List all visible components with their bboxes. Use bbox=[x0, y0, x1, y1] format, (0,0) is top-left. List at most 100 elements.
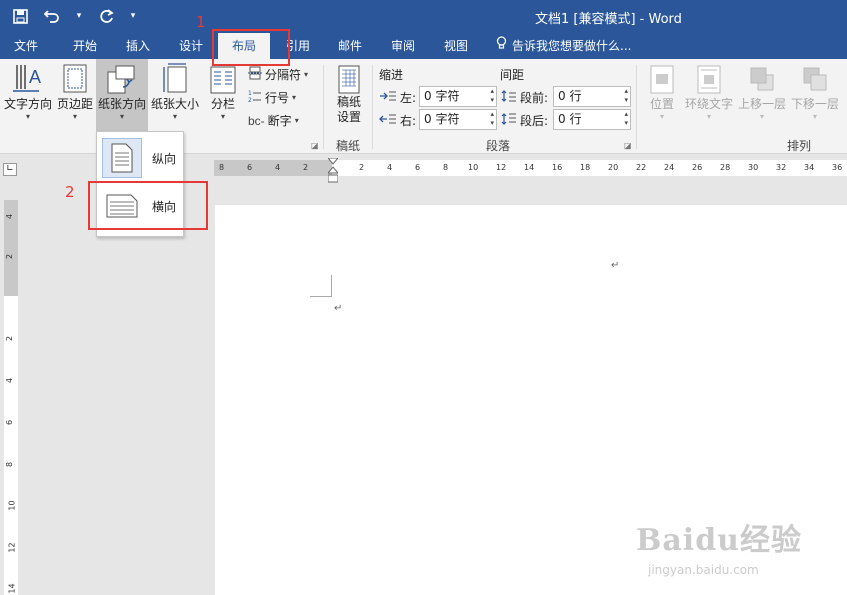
indent-left-input[interactable]: 0 字符 ▴ ▾ bbox=[419, 86, 497, 107]
manuscript-icon bbox=[337, 65, 361, 95]
spacing-header: 间距 bbox=[500, 68, 525, 82]
spin-arrows-icon[interactable]: ▴ ▾ bbox=[490, 87, 494, 105]
spacing-after-icon bbox=[501, 113, 517, 128]
ruler-tick: 14 bbox=[7, 583, 17, 594]
ruler-tick: 24 bbox=[664, 163, 675, 172]
breaks-icon bbox=[248, 66, 262, 83]
ruler-tick: 6 bbox=[247, 163, 253, 172]
spacing-before-input[interactable]: 0 行 ▴ ▾ bbox=[553, 86, 631, 107]
save-icon[interactable] bbox=[10, 5, 30, 27]
send-backward-button[interactable]: 下移一层 ▾ bbox=[789, 65, 841, 122]
customize-qat-button[interactable]: ▾ bbox=[128, 5, 138, 27]
caret-icon: ▾ bbox=[706, 112, 711, 121]
svg-text:2: 2 bbox=[248, 97, 252, 103]
portrait-label: 纵向 bbox=[152, 151, 177, 166]
spacing-after-value: 0 行 bbox=[558, 112, 582, 126]
margins-label: 页边距 bbox=[56, 97, 93, 111]
text-direction-icon: A bbox=[11, 63, 45, 95]
ruler-tick: 10 bbox=[7, 500, 17, 511]
tab-mailings[interactable]: 邮件 bbox=[328, 33, 372, 59]
indent-left-label: 左: bbox=[400, 91, 417, 105]
orientation-label: 纸张方向 bbox=[97, 97, 146, 111]
tell-me-box[interactable]: 告诉我您想要做什么... bbox=[496, 33, 631, 59]
hyphenation-icon: bc- bbox=[248, 113, 265, 128]
watermark-brand: Baidu经验 bbox=[636, 523, 802, 558]
ruler-tick: 4 bbox=[5, 213, 15, 220]
breaks-button[interactable]: 分隔符 ▾ bbox=[248, 66, 308, 83]
indent-header: 缩进 bbox=[379, 68, 404, 82]
tab-design[interactable]: 设计 bbox=[169, 33, 213, 59]
redo-icon[interactable] bbox=[96, 5, 116, 27]
indent-left-label-group: 左: bbox=[379, 89, 416, 106]
tab-insert[interactable]: 插入 bbox=[116, 33, 160, 59]
vertical-ruler[interactable]: 4 2 2 4 6 8 10 12 14 bbox=[4, 200, 18, 595]
tab-selector-icon[interactable]: ∟ bbox=[3, 163, 17, 176]
ruler-tick: 28 bbox=[720, 163, 731, 172]
hyphenation-button[interactable]: bc- 断字 ▾ bbox=[248, 112, 299, 129]
orientation-icon bbox=[105, 63, 139, 95]
breaks-label: 分隔符 bbox=[265, 68, 302, 82]
send-backward-icon bbox=[801, 65, 829, 95]
send-backward-label: 下移一层 bbox=[790, 97, 839, 111]
columns-button[interactable]: 分栏 ▾ bbox=[205, 65, 241, 122]
ruler-tick: 2 bbox=[303, 163, 309, 172]
size-label: 纸张大小 bbox=[150, 97, 199, 111]
position-icon bbox=[649, 65, 675, 95]
caret-icon: ▾ bbox=[812, 112, 817, 121]
undo-dropdown-icon[interactable]: ▾ bbox=[74, 5, 84, 27]
tab-view[interactable]: 视图 bbox=[434, 33, 478, 59]
orientation-button[interactable]: 纸张方向 ▾ bbox=[96, 59, 148, 131]
caret-icon: ▾ bbox=[72, 112, 77, 121]
ruler-tick: 6 bbox=[415, 163, 421, 172]
text-direction-button[interactable]: A 文字方向 ▾ bbox=[2, 63, 54, 122]
position-button[interactable]: 位置 ▾ bbox=[643, 65, 681, 122]
horizontal-ruler[interactable]: 8 6 4 2 2 4 6 8 10 12 14 16 18 20 22 24 … bbox=[214, 160, 847, 176]
tab-review[interactable]: 审阅 bbox=[381, 33, 425, 59]
group-separator bbox=[323, 65, 324, 149]
spin-arrows-icon[interactable]: ▴ ▾ bbox=[490, 110, 494, 128]
indent-marker-icon[interactable] bbox=[326, 157, 340, 184]
paragraph-launcher-icon[interactable]: ◪ bbox=[624, 141, 632, 150]
position-label: 位置 bbox=[649, 97, 674, 111]
undo-icon[interactable] bbox=[42, 5, 62, 27]
svg-text:1: 1 bbox=[248, 90, 252, 97]
manuscript-settings-label: 稿纸 设置 bbox=[336, 95, 361, 124]
spin-arrows-icon[interactable]: ▴ ▾ bbox=[624, 87, 628, 105]
title-bar: ▾ ▾ 文档1 [兼容模式] - Word bbox=[0, 0, 847, 33]
text-direction-label: 文字方向 bbox=[3, 97, 52, 111]
spacing-before-label: 段前: bbox=[520, 91, 549, 105]
group-separator bbox=[636, 65, 637, 149]
ruler-tick: 8 bbox=[5, 461, 15, 468]
margins-button[interactable]: 页边距 ▾ bbox=[54, 63, 96, 122]
orientation-portrait-option[interactable]: 纵向 bbox=[97, 135, 183, 181]
arrange-group-label: 排列 bbox=[787, 139, 812, 153]
caret-icon: ▾ bbox=[119, 112, 124, 121]
quick-access-toolbar: ▾ ▾ bbox=[10, 5, 138, 27]
page-setup-launcher-icon[interactable]: ◪ bbox=[311, 141, 319, 150]
size-button[interactable]: 纸张大小 ▾ bbox=[149, 63, 201, 122]
ruler-tick: 2 bbox=[359, 163, 365, 172]
ruler-tick: 8 bbox=[443, 163, 449, 172]
paragraph-group-label: 段落 bbox=[486, 139, 511, 153]
wrap-text-button[interactable]: 环绕文字 ▾ bbox=[683, 65, 735, 122]
ruler-corner: ∟ bbox=[0, 156, 20, 180]
spacing-after-input[interactable]: 0 行 ▴ ▾ bbox=[553, 109, 631, 130]
manuscript-settings-button[interactable]: 稿纸 设置 bbox=[330, 65, 368, 125]
wrap-text-icon bbox=[696, 65, 722, 95]
ruler-tick: 14 bbox=[524, 163, 535, 172]
ruler-tick: 36 bbox=[832, 163, 843, 172]
tab-home[interactable]: 开始 bbox=[63, 33, 107, 59]
ruler-left-margin bbox=[214, 160, 332, 176]
ruler-tick: 18 bbox=[580, 163, 591, 172]
ruler-tick: 16 bbox=[552, 163, 563, 172]
margins-icon bbox=[61, 63, 89, 95]
ruler-tick: 12 bbox=[7, 542, 17, 553]
spin-arrows-icon[interactable]: ▴ ▾ bbox=[624, 110, 628, 128]
line-numbers-button[interactable]: 12 行号 ▾ bbox=[248, 89, 296, 106]
tab-file[interactable]: 文件 bbox=[6, 33, 46, 59]
ribbon-tabs: 文件 开始 插入 设计 布局 引用 邮件 审阅 视图 告诉我您想要做什么... bbox=[0, 33, 847, 59]
indent-right-input[interactable]: 0 字符 ▴ ▾ bbox=[419, 109, 497, 130]
bring-forward-button[interactable]: 上移一层 ▾ bbox=[736, 65, 788, 122]
paper-size-icon bbox=[160, 63, 190, 95]
indent-left-value: 0 字符 bbox=[424, 89, 460, 103]
